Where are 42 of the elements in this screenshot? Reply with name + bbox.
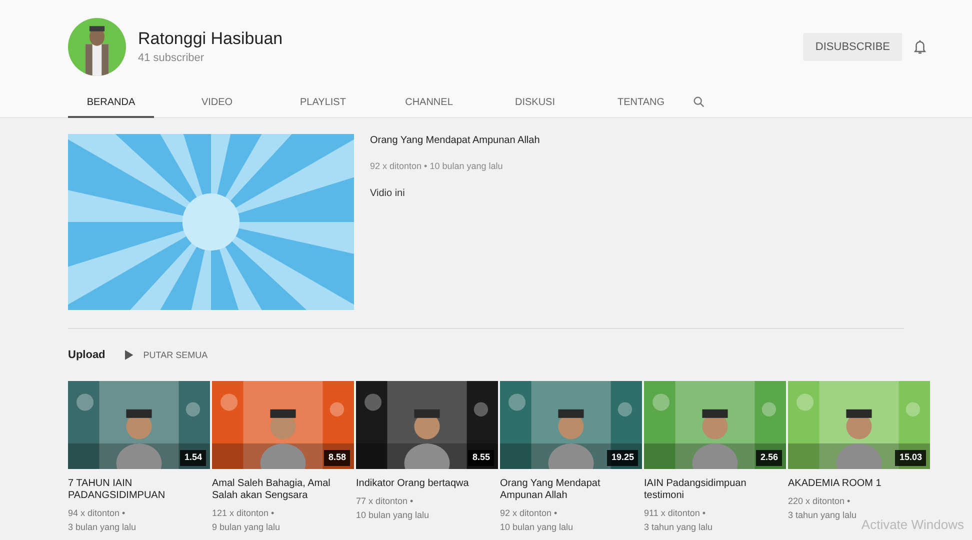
- video-title[interactable]: 7 TAHUN IAIN PADANGSIDIMPUAN: [68, 478, 210, 502]
- tab[interactable]: VIDEO: [174, 88, 260, 118]
- video-title[interactable]: Orang Yang Mendapat Ampunan Allah: [500, 478, 642, 502]
- video-views: 92 x ditonton •: [500, 506, 558, 518]
- video-duration: 1.54: [180, 450, 206, 466]
- video-title[interactable]: Indikator Orang bertaqwa: [356, 478, 498, 490]
- video-duration: 8.55: [468, 450, 494, 466]
- video-title[interactable]: AKADEMIA ROOM 1: [788, 478, 930, 490]
- activation-notice: Activate Windows: [861, 516, 964, 534]
- video-meta: 92 x ditonton • 10 bulan yang lalu: [370, 160, 504, 173]
- video-duration: 8.58: [324, 450, 350, 466]
- video-views: 121 x ditonton •: [212, 506, 276, 518]
- upload-age: 3 tahun yang lalu: [644, 520, 714, 532]
- subscribe-button[interactable]: DISUBSCRIBE: [803, 33, 902, 61]
- section-title: Upload: [68, 348, 106, 363]
- tab[interactable]: BERANDA: [68, 88, 154, 118]
- video-views: 220 x ditonton •: [788, 494, 852, 506]
- video-duration: 2.56: [756, 450, 782, 466]
- video-duration: 19.25: [607, 450, 638, 466]
- play-all-button[interactable]: PUTAR SEMUA: [125, 348, 208, 362]
- upload-age: 10 bulan yang lalu: [500, 520, 574, 532]
- video-title[interactable]: Orang Yang Mendapat Ampunan Allah: [370, 133, 540, 148]
- upload-age: 3 tahun yang lalu: [788, 508, 858, 520]
- search-icon[interactable]: [692, 95, 706, 109]
- video-description: Vidio ini: [370, 186, 406, 200]
- video-views: 911 x ditonton •: [644, 506, 707, 518]
- video-views: 77 x ditonton •: [356, 494, 414, 506]
- video-title[interactable]: IAIN Padangsidimpuan testimoni: [644, 478, 786, 502]
- channel-name: Ratonggi Hasibuan: [138, 28, 283, 50]
- upload-age: 10 bulan yang lalu: [356, 508, 430, 520]
- subscriber-count: 41 subscriber: [138, 50, 206, 66]
- video-duration: 15.03: [895, 450, 926, 466]
- play-icon: [125, 350, 134, 360]
- tab[interactable]: TENTANG: [598, 88, 684, 118]
- bell-icon[interactable]: [912, 38, 928, 56]
- upload-age: 3 bulan yang lalu: [68, 520, 138, 532]
- video-title[interactable]: Amal Saleh Bahagia, Amal Salah akan Sengsara: [212, 478, 354, 502]
- video-views: 94 x ditonton •: [68, 506, 126, 518]
- upload-age: 9 bulan yang lalu: [212, 520, 282, 532]
- tab[interactable]: CHANNEL: [386, 88, 472, 118]
- tab[interactable]: PLAYLIST: [280, 88, 366, 118]
- tab[interactable]: DISKUSI: [492, 88, 578, 118]
